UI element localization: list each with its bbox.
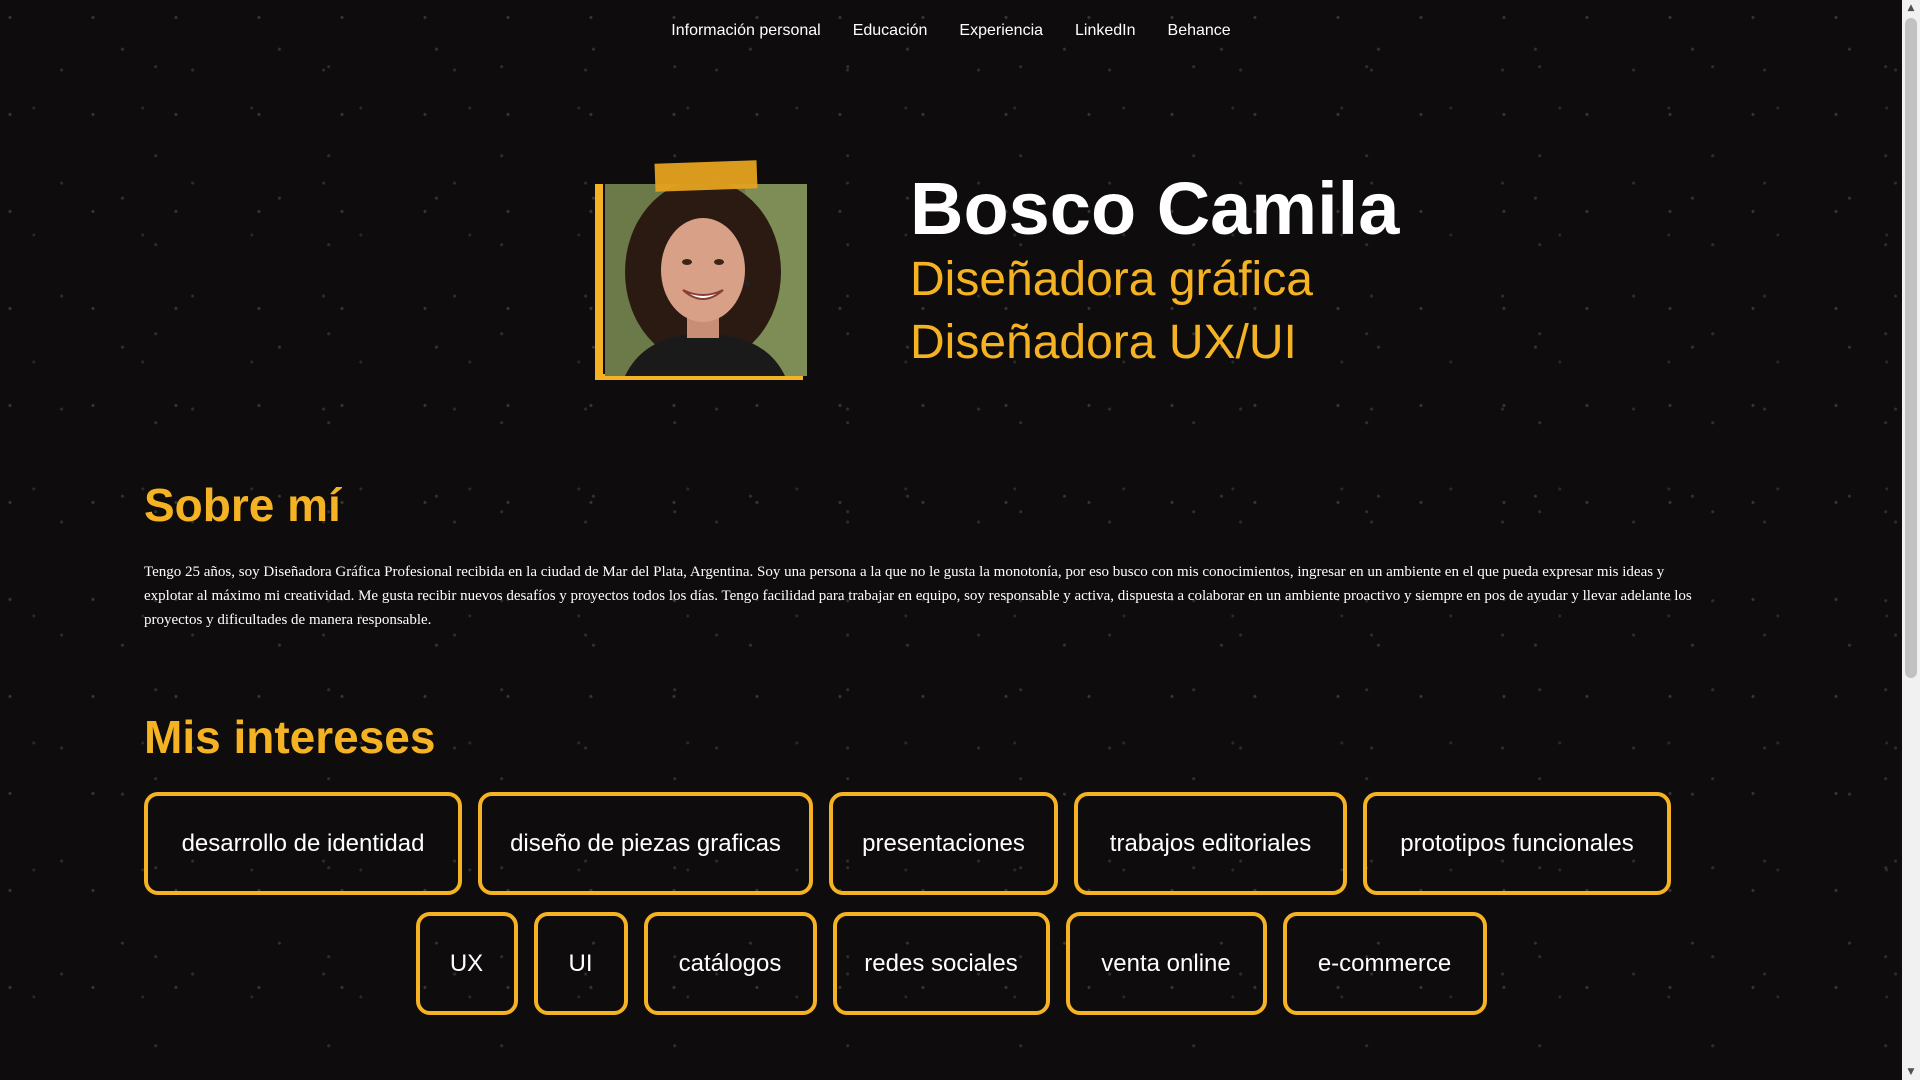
nav-link-linkedin[interactable]: LinkedIn	[1075, 22, 1136, 40]
profile-photo-card	[595, 160, 813, 382]
interest-tag: UI	[533, 912, 628, 1015]
scroll-down-arrow-icon[interactable]: ▼	[1902, 1064, 1920, 1080]
about-paragraph: Tengo 25 años, soy Diseñadora Gráfica Pr…	[144, 564, 1692, 628]
nav-link-behance[interactable]: Behance	[1168, 22, 1231, 40]
hero-heading-group: Bosco Camila Diseñadora gráfica Diseñado…	[910, 170, 1399, 374]
interests-row-1: desarrollo de identidad diseño de piezas…	[144, 792, 1704, 895]
interest-tag: e-commerce	[1282, 912, 1487, 1015]
interest-tag: venta online	[1065, 912, 1267, 1015]
portfolio-page: Información personal Educación Experienc…	[0, 0, 1902, 1080]
top-navigation: Información personal Educación Experienc…	[0, 22, 1902, 40]
nav-link-educacion[interactable]: Educación	[853, 22, 928, 40]
profile-role-graphic-designer: Diseñadora gráfica	[910, 252, 1313, 306]
interests-section-title: Mis intereses	[144, 711, 436, 763]
scroll-up-arrow-icon[interactable]: ▲	[1902, 0, 1920, 16]
profile-name: Bosco Camila	[910, 167, 1400, 250]
interest-tag: trabajos editoriales	[1074, 792, 1347, 895]
profile-photo	[605, 184, 807, 376]
interest-tag: catálogos	[643, 912, 817, 1015]
tape-decoration	[654, 160, 758, 192]
nav-link-informacion-personal[interactable]: Información personal	[671, 22, 820, 40]
interest-tag: redes sociales	[832, 912, 1050, 1015]
interests-row-2: UX UI catálogos redes sociales venta onl…	[0, 912, 1902, 1015]
interest-tag: UX	[415, 912, 518, 1015]
interest-tag: diseño de piezas graficas	[478, 792, 813, 895]
interest-tag: desarrollo de identidad	[144, 792, 462, 895]
profile-role-ux-ui-designer: Diseñadora UX/UI	[910, 316, 1297, 370]
interest-tag: presentaciones	[829, 792, 1058, 895]
nav-link-experiencia[interactable]: Experiencia	[959, 22, 1043, 40]
interest-tag: prototipos funcionales	[1363, 792, 1671, 895]
about-section-title: Sobre mí	[144, 479, 341, 531]
scrollbar-thumb[interactable]	[1905, 18, 1917, 678]
vertical-scrollbar[interactable]: ▲ ▼	[1902, 0, 1920, 1080]
